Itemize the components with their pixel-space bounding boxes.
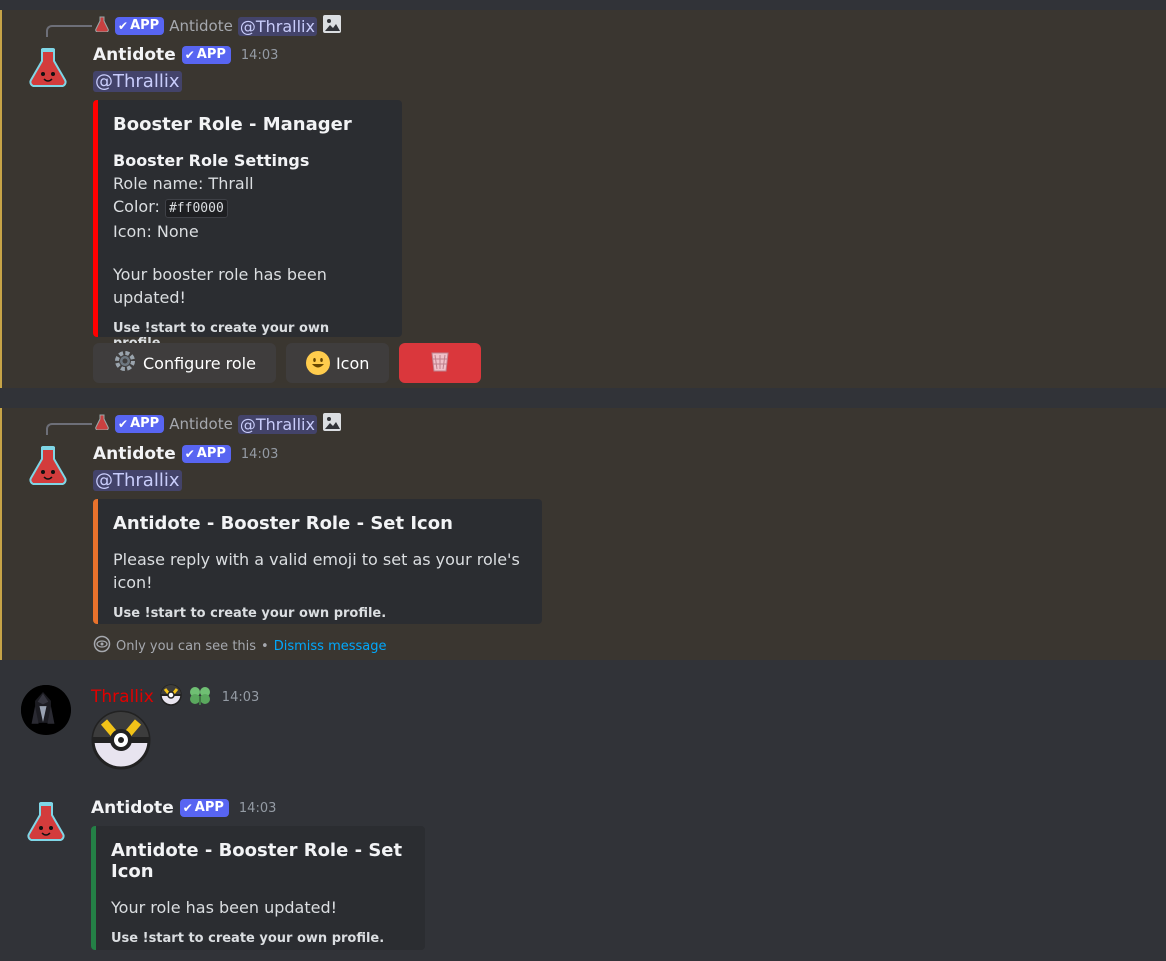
separator: • bbox=[261, 638, 269, 654]
smiley-icon bbox=[305, 351, 330, 375]
embed-footer: Use !start to create your own profile. bbox=[113, 606, 387, 621]
gear-icon bbox=[113, 349, 137, 377]
color-code: #ff0000 bbox=[164, 199, 228, 218]
message-header: Antidote ✔ APP 14:03 bbox=[93, 45, 278, 65]
timestamp[interactable]: 14:03 bbox=[241, 447, 278, 462]
antidote-avatar[interactable] bbox=[26, 46, 70, 90]
thrallix-avatar[interactable] bbox=[21, 685, 71, 735]
eye-icon bbox=[93, 635, 111, 657]
message-content: @Thrallix bbox=[93, 470, 182, 491]
reply-mention[interactable]: @Thrallix bbox=[237, 414, 317, 434]
reply-mention[interactable]: @Thrallix bbox=[237, 16, 317, 36]
message-1[interactable]: ✔ APP Antidote @Thrallix Antidote ✔ APP 14… bbox=[0, 10, 1166, 388]
message-3[interactable]: Thrallix 14:03 bbox=[0, 660, 1166, 790]
embed-set-icon-success: Antidote - Booster Role - Set Icon Your … bbox=[91, 826, 425, 950]
embed-color-line: Color: #ff0000 bbox=[113, 195, 386, 220]
top-gap bbox=[0, 0, 1166, 10]
flask-icon bbox=[94, 414, 110, 434]
gap bbox=[0, 388, 1166, 408]
dismiss-message-link[interactable]: Dismiss message bbox=[274, 639, 387, 654]
flask-icon bbox=[94, 16, 110, 36]
app-badge: ✔ APP bbox=[115, 415, 165, 433]
embed-booster-manager: Booster Role - Manager Booster Role Sett… bbox=[93, 100, 402, 351]
message-header: Antidote ✔ APP 14:03 bbox=[93, 444, 278, 464]
reply-author[interactable]: Antidote bbox=[169, 17, 233, 35]
app-badge: ✔ APP bbox=[181, 46, 231, 64]
embed-title: Antidote - Booster Role - Set Icon bbox=[111, 840, 403, 882]
message-header: Antidote ✔ APP 14:03 bbox=[91, 798, 276, 818]
embed-role-name: Role name: Thrall bbox=[113, 174, 254, 193]
ultra-ball-emoji[interactable] bbox=[91, 710, 151, 770]
ephemeral-notice: Only you can see this • Dismiss message bbox=[93, 635, 387, 657]
image-icon bbox=[322, 412, 342, 436]
image-icon bbox=[322, 14, 342, 38]
app-badge: ✔ APP bbox=[179, 799, 229, 817]
reply-preview[interactable]: ✔ APP Antidote @Thrallix bbox=[94, 412, 342, 436]
author-name[interactable]: Antidote bbox=[93, 444, 176, 464]
message-content: @Thrallix bbox=[93, 71, 182, 92]
app-badge: ✔ APP bbox=[181, 445, 231, 463]
embed-title: Antidote - Booster Role - Set Icon bbox=[113, 513, 453, 534]
embed-footer: Use !start to create your own profile. bbox=[111, 931, 385, 946]
user-mention[interactable]: @Thrallix bbox=[93, 71, 182, 92]
timestamp[interactable]: 14:03 bbox=[241, 48, 278, 63]
embed-body: Please reply with a valid emoji to set a… bbox=[113, 550, 520, 592]
embed-subtitle: Booster Role Settings bbox=[113, 151, 310, 170]
clover-icon bbox=[188, 684, 212, 710]
action-row: Configure role Icon bbox=[93, 343, 482, 383]
author-name[interactable]: Thrallix bbox=[91, 687, 154, 707]
configure-role-button[interactable]: Configure role bbox=[93, 343, 276, 383]
embed-body: Your role has been updated! bbox=[111, 898, 338, 917]
icon-button[interactable]: Icon bbox=[285, 343, 390, 383]
ultra-ball-icon bbox=[160, 684, 182, 710]
antidote-avatar[interactable] bbox=[24, 800, 68, 844]
user-mention[interactable]: @Thrallix bbox=[93, 470, 182, 491]
delete-role-button[interactable] bbox=[399, 343, 482, 383]
reply-author[interactable]: Antidote bbox=[169, 415, 233, 433]
message-2[interactable]: ✔ APP Antidote @Thrallix Antidote ✔ APP 14… bbox=[0, 408, 1166, 660]
embed-icon-line: Icon: None bbox=[113, 222, 199, 241]
app-badge: ✔ APP bbox=[115, 17, 165, 35]
timestamp[interactable]: 14:03 bbox=[239, 801, 276, 816]
embed-title: Booster Role - Manager bbox=[113, 114, 352, 135]
message-header: Thrallix 14:03 bbox=[91, 684, 259, 710]
ephemeral-text: Only you can see this bbox=[116, 638, 257, 654]
reply-connector bbox=[46, 423, 92, 435]
author-name[interactable]: Antidote bbox=[91, 798, 174, 818]
wastebasket-icon bbox=[428, 349, 452, 377]
timestamp[interactable]: 14:03 bbox=[222, 690, 259, 705]
antidote-avatar[interactable] bbox=[26, 444, 70, 488]
embed-status: Your booster role has been updated! bbox=[113, 265, 327, 307]
reply-preview[interactable]: ✔ APP Antidote @Thrallix bbox=[94, 14, 342, 38]
reply-connector bbox=[46, 25, 92, 37]
embed-set-icon-prompt: Antidote - Booster Role - Set Icon Pleas… bbox=[93, 499, 542, 624]
message-4[interactable]: Antidote ✔ APP 14:03 Antidote - Booster R… bbox=[0, 790, 1166, 961]
author-name[interactable]: Antidote bbox=[93, 45, 176, 65]
